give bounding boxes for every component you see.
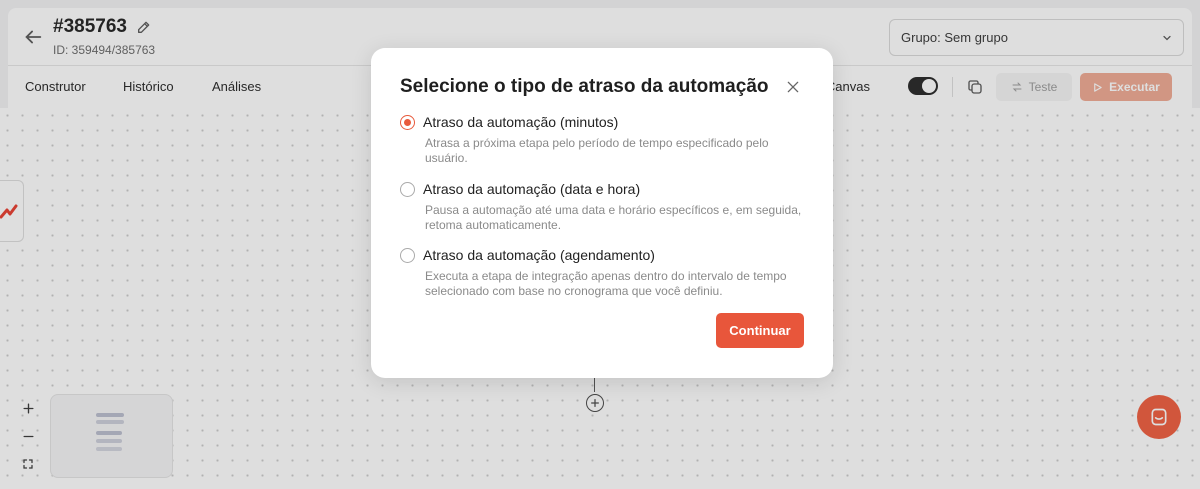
modal-title: Selecione o tipo de atraso da automação xyxy=(400,76,769,97)
option-label: Atraso da automação (minutos) xyxy=(423,114,619,130)
option-description: Pausa a automação até uma data e horário… xyxy=(425,203,802,232)
continue-button[interactable]: Continuar xyxy=(716,313,804,348)
option-label: Atraso da automação (data e hora) xyxy=(423,181,641,197)
option-description: Executa a etapa de integração apenas den… xyxy=(425,269,787,298)
option-description: Atrasa a próxima etapa pelo período de t… xyxy=(425,136,769,165)
option-label: Atraso da automação (agendamento) xyxy=(423,247,655,263)
delay-type-modal: Selecione o tipo de atraso da automação … xyxy=(371,48,833,378)
close-icon[interactable] xyxy=(785,79,801,95)
radio-schedule[interactable] xyxy=(400,248,415,263)
radio-datetime[interactable] xyxy=(400,182,415,197)
radio-minutes[interactable] xyxy=(400,115,415,130)
